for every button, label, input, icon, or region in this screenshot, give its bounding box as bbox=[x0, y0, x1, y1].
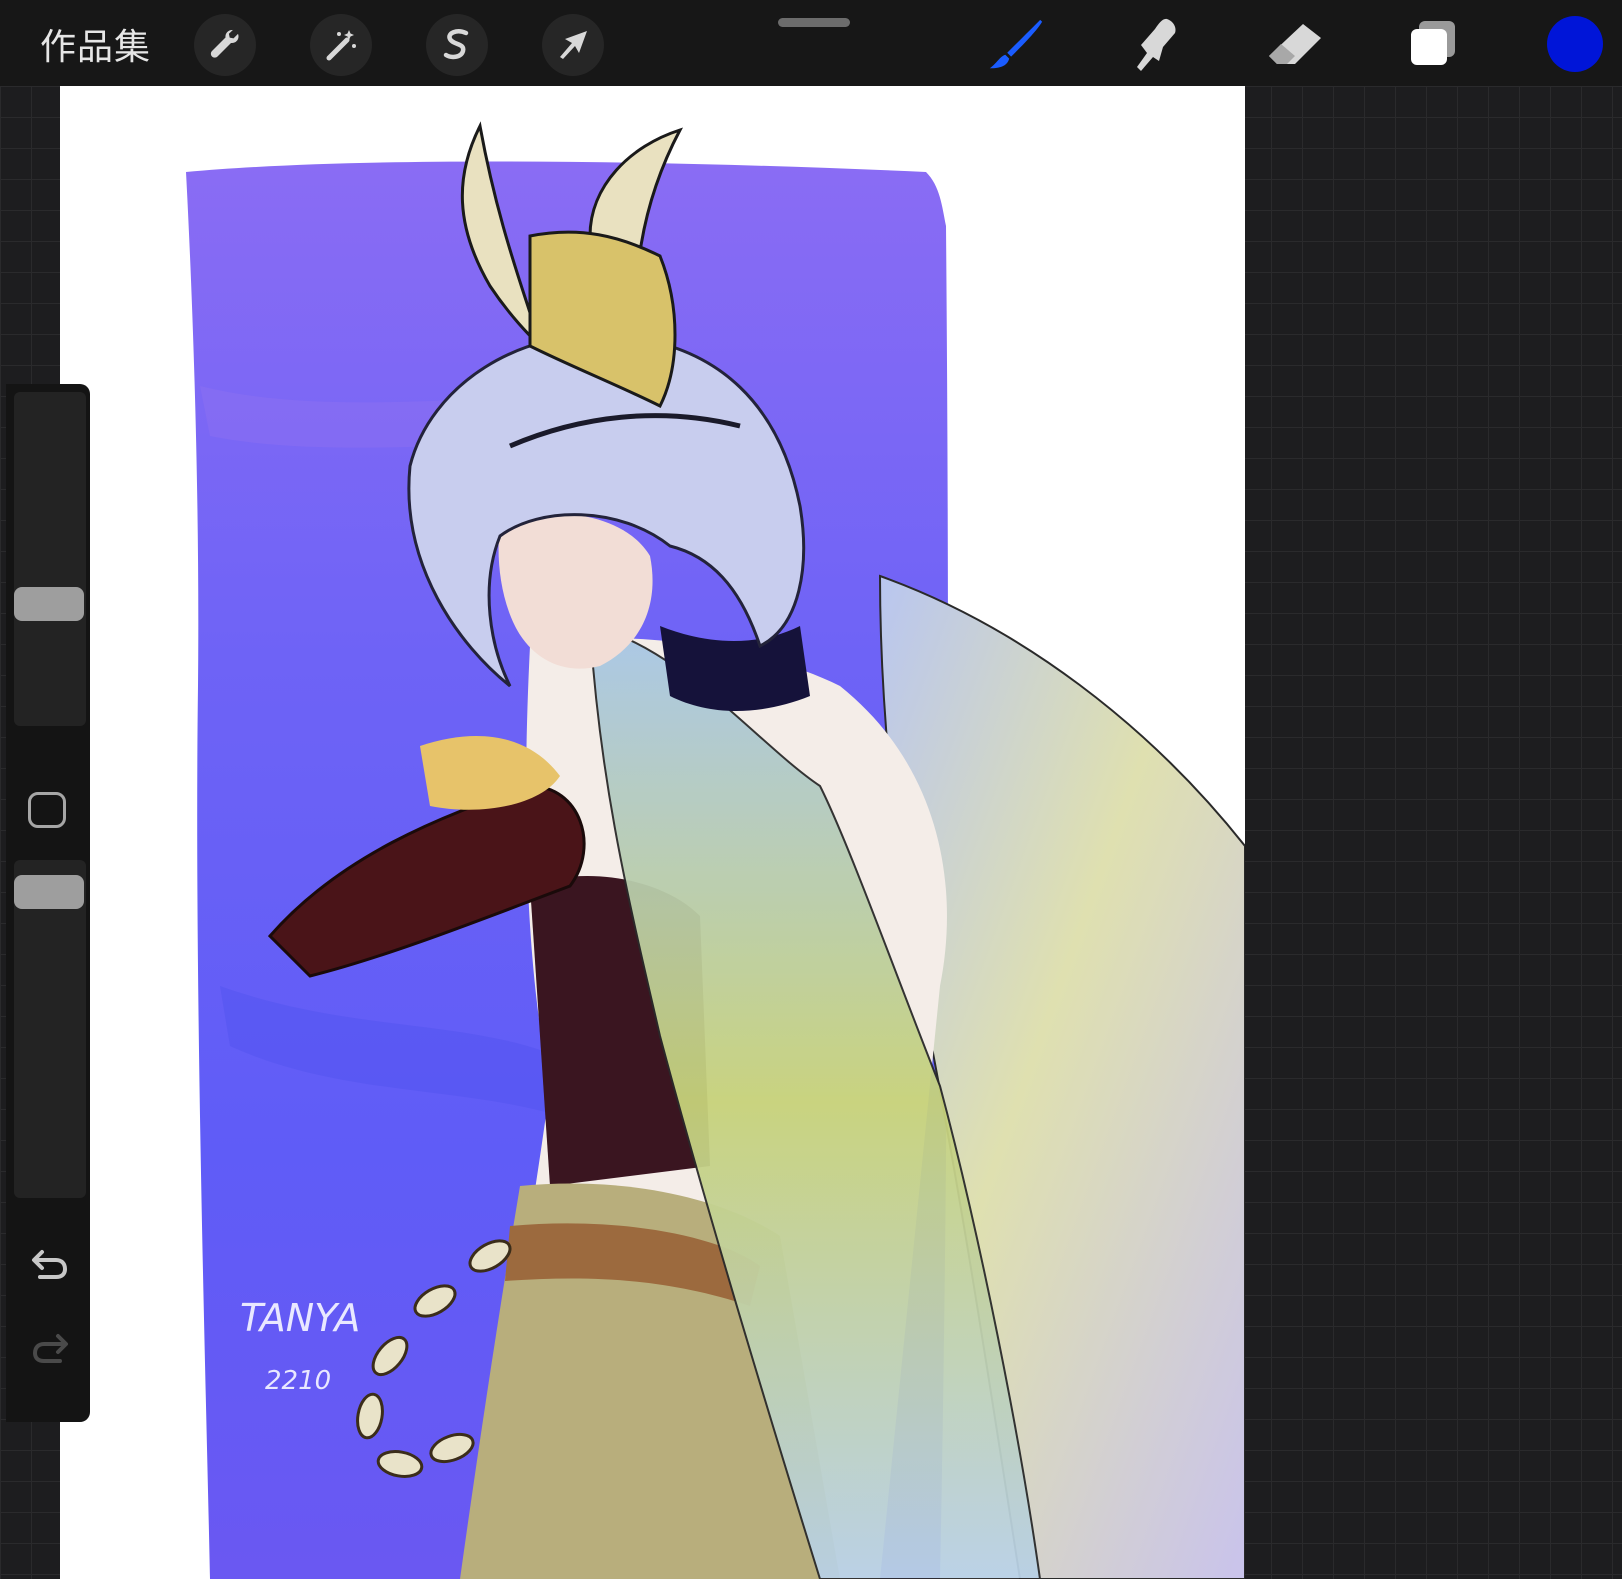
selection-s-icon bbox=[443, 29, 469, 60]
transform-button[interactable] bbox=[542, 14, 604, 76]
redo-button[interactable] bbox=[28, 1328, 72, 1368]
magic-wand-icon bbox=[326, 30, 356, 61]
signature-date: 2210 bbox=[265, 1366, 331, 1396]
gallery-button[interactable]: 作品集 bbox=[40, 18, 151, 70]
redo-icon bbox=[32, 1334, 68, 1363]
paint-button[interactable] bbox=[984, 14, 1046, 76]
selection-button[interactable] bbox=[426, 14, 488, 76]
erase-button[interactable] bbox=[1264, 14, 1326, 76]
top-toolbar: 作品集 bbox=[0, 0, 1622, 86]
brush-size-slider[interactable] bbox=[14, 392, 86, 726]
smudge-icon bbox=[1137, 18, 1176, 71]
color-picker-button[interactable] bbox=[1547, 16, 1603, 72]
drag-handle[interactable] bbox=[778, 18, 850, 27]
modify-button[interactable] bbox=[28, 792, 66, 828]
drawing-canvas[interactable]: TANYA 2210 bbox=[60, 86, 1245, 1579]
artwork-illustration: TANYA 2210 bbox=[186, 121, 1245, 1579]
undo-button[interactable] bbox=[28, 1244, 72, 1284]
undo-icon bbox=[32, 1250, 68, 1279]
left-sidebar bbox=[6, 384, 90, 1422]
brush-icon bbox=[989, 19, 1043, 69]
adjustments-button[interactable] bbox=[310, 14, 372, 76]
eraser-icon bbox=[1269, 24, 1321, 64]
smudge-button[interactable] bbox=[1124, 14, 1186, 76]
arrow-cursor-icon bbox=[560, 31, 587, 59]
layers-button[interactable] bbox=[1404, 14, 1466, 76]
brush-size-thumb[interactable] bbox=[14, 587, 84, 621]
opacity-thumb[interactable] bbox=[14, 875, 84, 910]
opacity-slider[interactable] bbox=[14, 860, 86, 1198]
actions-button[interactable] bbox=[194, 14, 256, 76]
signature-text: TANYA bbox=[240, 1296, 360, 1340]
wrench-icon bbox=[210, 29, 239, 58]
layers-icon bbox=[1411, 21, 1455, 65]
